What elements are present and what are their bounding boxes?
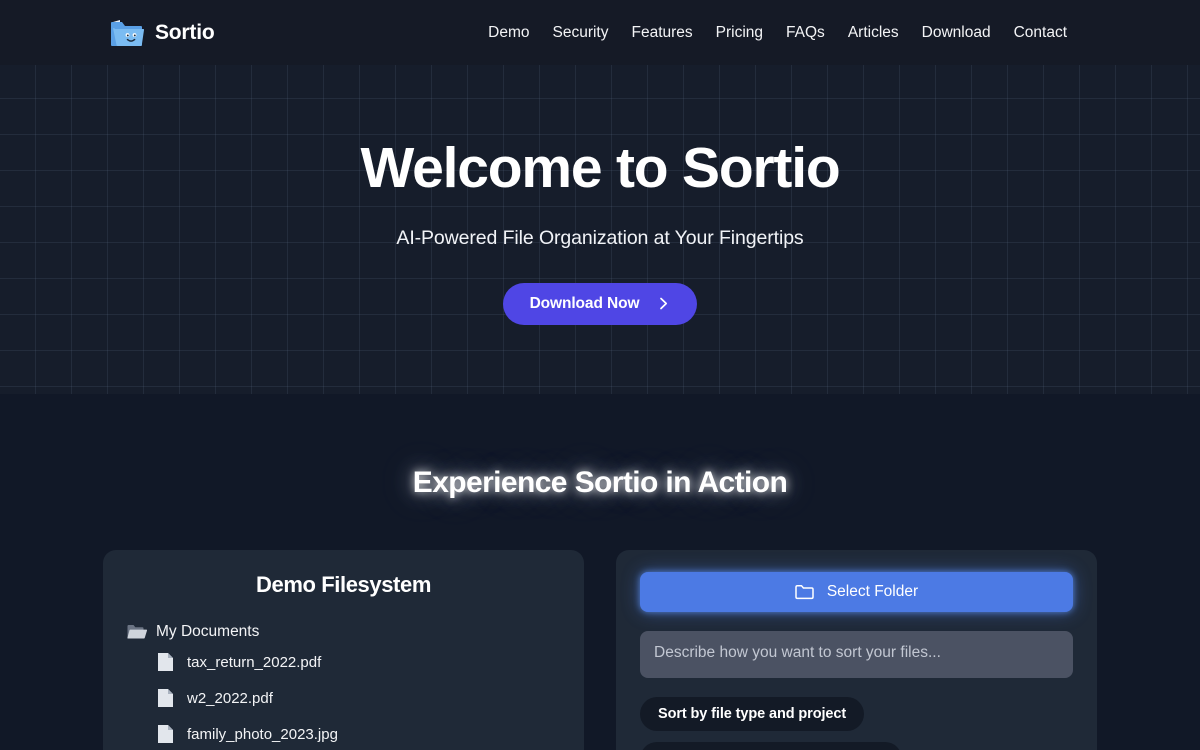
- nav-item-faqs[interactable]: FAQs: [786, 24, 825, 42]
- file-icon: [158, 725, 173, 743]
- demo-grid: Demo Filesystem My Documents tax_return_…: [0, 550, 1200, 750]
- list-item[interactable]: tax_return_2022.pdf: [155, 644, 560, 680]
- suggestion-chip-sort-by-file-type[interactable]: Sort by file type and project: [640, 697, 865, 731]
- nav-item-security[interactable]: Security: [552, 24, 608, 42]
- nav-item-pricing[interactable]: Pricing: [716, 24, 763, 42]
- file-name: w2_2022.pdf: [187, 689, 273, 707]
- folder-open-icon: [127, 625, 147, 639]
- nav-item-download[interactable]: Download: [922, 24, 991, 42]
- download-now-button[interactable]: Download Now: [502, 282, 698, 325]
- chevron-right-icon: [660, 297, 668, 310]
- nav-item-demo[interactable]: Demo: [488, 24, 529, 42]
- filesystem-file-list: tax_return_2022.pdf w2_2022.pdf family_p…: [127, 644, 560, 750]
- filesystem-tree: My Documents tax_return_2022.pdf w2_2022…: [127, 620, 560, 750]
- brand-name: Sortio: [155, 20, 215, 44]
- select-folder-button[interactable]: Select Folder: [640, 572, 1073, 612]
- sort-prompt-input[interactable]: [640, 631, 1073, 678]
- list-item[interactable]: w2_2022.pdf: [155, 680, 560, 716]
- section-title: Experience Sortio in Action: [412, 466, 788, 499]
- demo-section: Experience Sortio in Action Demo Filesys…: [0, 394, 1200, 750]
- list-item[interactable]: family_photo_2023.jpg: [155, 716, 560, 750]
- brand-logo-link[interactable]: Sortio: [110, 18, 215, 48]
- site-header: Sortio Demo Security Features Pricing FA…: [0, 0, 1200, 65]
- tree-root-my-documents[interactable]: My Documents: [127, 620, 560, 644]
- suggestion-chip-organize-by-date[interactable]: Organize by date and importance: [640, 742, 902, 750]
- hero-section: Welcome to Sortio AI-Powered File Organi…: [0, 65, 1200, 394]
- file-icon: [158, 653, 173, 671]
- main-navigation: Demo Security Features Pricing FAQs Arti…: [488, 24, 1170, 42]
- nav-item-contact[interactable]: Contact: [1014, 24, 1067, 42]
- select-folder-label: Select Folder: [826, 583, 919, 600]
- file-icon: [158, 689, 173, 707]
- file-name: tax_return_2022.pdf: [187, 653, 322, 671]
- hero-subtitle: AI-Powered File Organization at Your Fin…: [396, 226, 804, 249]
- tree-root-label: My Documents: [156, 623, 260, 640]
- nav-item-features[interactable]: Features: [631, 24, 692, 42]
- filesystem-panel-title: Demo Filesystem: [256, 572, 431, 597]
- smiling-folder-logo-icon: [111, 19, 144, 46]
- nav-item-articles[interactable]: Articles: [848, 24, 899, 42]
- file-name: family_photo_2023.jpg: [187, 725, 338, 743]
- page-title: Welcome to Sortio: [360, 136, 841, 200]
- suggestion-chip-list: Sort by file type and project Organize b…: [640, 697, 1073, 750]
- demo-control-panel: Select Folder Sort by file type and proj…: [616, 550, 1097, 750]
- demo-filesystem-panel: Demo Filesystem My Documents tax_return_…: [103, 550, 584, 750]
- download-now-label: Download Now: [529, 294, 640, 312]
- folder-outline-icon: [795, 585, 814, 600]
